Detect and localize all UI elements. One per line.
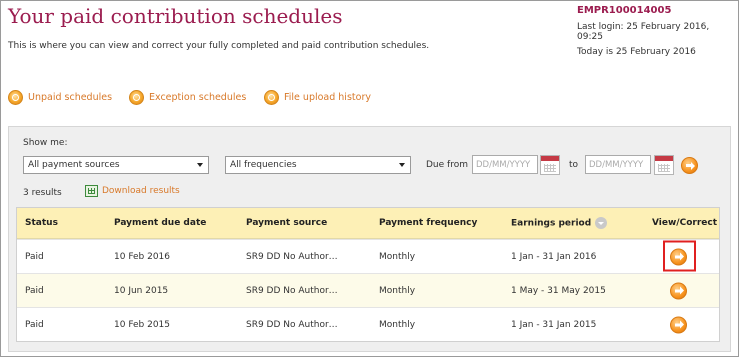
- view-correct-button[interactable]: [670, 316, 687, 333]
- due-from-label: Due from: [426, 160, 468, 170]
- unpaid-schedules-label: Unpaid schedules: [28, 92, 113, 103]
- table-header: Status Payment due date Payment source P…: [17, 208, 719, 239]
- schedules-table: Status Payment due date Payment source P…: [16, 207, 720, 342]
- table-row: Paid 10 Feb 2015 SR9 DD No Author… Month…: [17, 307, 719, 341]
- row-due-date: 10 Jun 2015: [114, 285, 169, 296]
- chevron-down-icon: [197, 163, 203, 167]
- row-source: SR9 DD No Author…: [246, 285, 338, 296]
- exception-schedules-link[interactable]: Exception schedules: [129, 90, 246, 105]
- magnifier-icon: [264, 90, 279, 105]
- frequency-value: All frequencies: [230, 160, 297, 170]
- account-info: EMPR100014005 Last login: 25 February 20…: [577, 5, 737, 57]
- row-earnings: 1 Jan - 31 Jan 2016: [511, 251, 597, 262]
- filter-panel: Show me: All payment sources All frequen…: [8, 126, 731, 352]
- employer-reference: EMPR100014005: [577, 5, 672, 16]
- header-status: Status: [25, 218, 58, 228]
- apply-filter-button[interactable]: [681, 157, 698, 174]
- to-label: to: [569, 160, 579, 170]
- page-title: Your paid contribution schedules: [8, 4, 343, 28]
- frequency-select[interactable]: All frequencies: [225, 156, 411, 174]
- header-view-correct: View/Correct: [652, 218, 718, 228]
- header-due-date: Payment due date: [114, 218, 207, 228]
- view-correct-button[interactable]: [670, 282, 687, 299]
- magnifier-icon: [8, 90, 23, 105]
- today-date: Today is 25 February 2016: [577, 47, 696, 57]
- row-status: Paid: [25, 251, 44, 262]
- last-login: Last login: 25 February 2016, 09:25: [577, 22, 710, 42]
- view-correct-cell: [670, 282, 687, 299]
- due-from-input[interactable]: DD/MM/YYYY: [472, 155, 538, 174]
- page-intro: This is where you can view and correct y…: [8, 41, 430, 51]
- table-row: Paid 10 Jun 2015 SR9 DD No Author… Month…: [17, 273, 719, 307]
- row-frequency: Monthly: [379, 251, 416, 262]
- row-due-date: 10 Feb 2016: [114, 251, 171, 262]
- view-correct-cell: [663, 240, 696, 271]
- header-source: Payment source: [246, 218, 328, 228]
- magnifier-icon: [129, 90, 144, 105]
- row-earnings: 1 May - 31 May 2015: [511, 285, 606, 296]
- calendar-icon[interactable]: [540, 155, 560, 175]
- row-frequency: Monthly: [379, 285, 416, 296]
- sort-down-icon[interactable]: [595, 217, 608, 229]
- row-due-date: 10 Feb 2015: [114, 319, 171, 330]
- row-frequency: Monthly: [379, 319, 416, 330]
- results-count: 3 results: [23, 188, 62, 198]
- file-upload-history-label: File upload history: [284, 92, 371, 103]
- payment-source-value: All payment sources: [28, 160, 120, 170]
- show-me-label: Show me:: [23, 138, 68, 148]
- page-frame: Your paid contribution schedules This is…: [0, 0, 739, 357]
- due-to-input[interactable]: DD/MM/YYYY: [585, 155, 651, 174]
- unpaid-schedules-link[interactable]: Unpaid schedules: [8, 90, 112, 105]
- row-status: Paid: [25, 319, 44, 330]
- download-results-link[interactable]: Download results: [85, 185, 180, 197]
- view-correct-cell: [670, 316, 687, 333]
- table-row: Paid 10 Feb 2016 SR9 DD No Author… Month…: [17, 239, 719, 273]
- spreadsheet-icon: [85, 185, 98, 197]
- file-upload-history-link[interactable]: File upload history: [264, 90, 371, 105]
- header-earnings: Earnings period: [511, 217, 608, 229]
- row-source: SR9 DD No Author…: [246, 251, 338, 262]
- calendar-icon[interactable]: [654, 155, 674, 175]
- header-earnings-label: Earnings period: [511, 218, 592, 229]
- row-status: Paid: [25, 285, 44, 296]
- header-frequency: Payment frequency: [379, 218, 478, 228]
- exception-schedules-label: Exception schedules: [149, 92, 247, 103]
- row-source: SR9 DD No Author…: [246, 319, 338, 330]
- payment-source-select[interactable]: All payment sources: [23, 156, 209, 174]
- download-results-label: Download results: [102, 186, 180, 196]
- chevron-down-icon: [399, 163, 405, 167]
- row-earnings: 1 Jan - 31 Jan 2015: [511, 319, 597, 330]
